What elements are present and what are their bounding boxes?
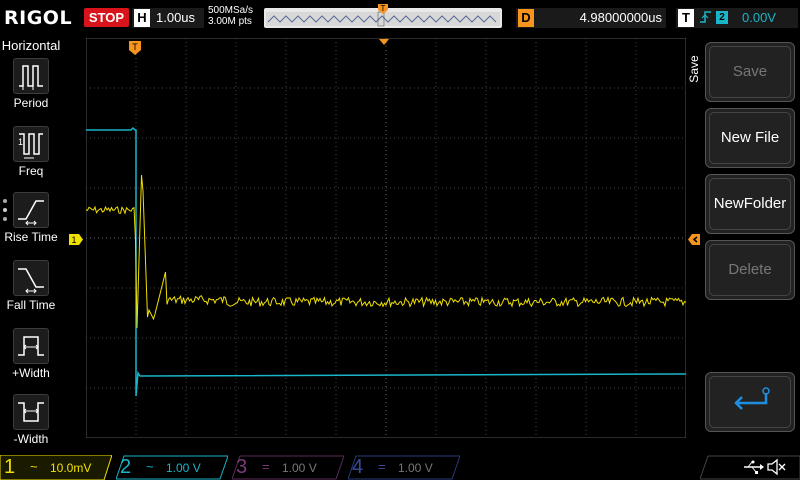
center-time-marker-icon: [379, 39, 389, 45]
channel-1-number: 1: [4, 456, 16, 478]
new-file-button[interactable]: New File: [705, 108, 795, 168]
horizontal-label: H: [134, 9, 150, 27]
rising-edge-icon: [699, 9, 713, 28]
channel-1-status[interactable]: 1 ~ 10.0mV: [0, 455, 112, 480]
trigger-label: T: [678, 9, 694, 27]
channel-4-status[interactable]: 4 = 1.00 V: [348, 455, 460, 480]
ac-coupling-icon: ~: [30, 459, 38, 474]
trigger-level-marker-icon[interactable]: [687, 233, 701, 246]
new-folder-button-label: NewFolder: [709, 178, 791, 230]
channel-1-offset-marker[interactable]: 1: [68, 233, 84, 246]
system-status-area: [700, 455, 800, 480]
trigger-marker-label: T: [132, 42, 138, 52]
trigger-position-marker[interactable]: T: [128, 40, 142, 56]
run-stop-status[interactable]: STOP: [84, 8, 129, 27]
rigol-logo: RIGOL: [4, 7, 73, 29]
measure-rise-time-item[interactable]: Rise Time: [0, 192, 62, 256]
freq-label: Freq: [18, 164, 44, 178]
period-label: Period: [13, 96, 49, 110]
sample-rate: 500MSa/s: [208, 5, 254, 16]
measure-fall-time-item[interactable]: Fall Time: [0, 260, 62, 324]
save-button-label: Save: [709, 46, 791, 98]
positive-width-label: +Width: [12, 366, 50, 380]
ac-coupling-icon: ~: [146, 459, 154, 474]
new-folder-button[interactable]: NewFolder: [705, 174, 795, 234]
fall-time-label: Fall Time: [6, 298, 56, 312]
channel-3-status[interactable]: 3 = 1.00 V: [232, 455, 344, 480]
measure-freq-item[interactable]: 1 Freq: [0, 126, 62, 190]
frequency-icon: 1: [13, 126, 49, 162]
save-button[interactable]: Save: [705, 42, 795, 102]
new-file-button-label: New File: [709, 112, 791, 164]
menu-title-save: Save: [686, 40, 702, 100]
trigger-level-value: 0.00V: [742, 10, 776, 25]
rise-time-icon: [13, 192, 49, 228]
period-icon: [13, 58, 49, 94]
fall-time-icon: [13, 260, 49, 296]
measure-period-item[interactable]: Period: [0, 58, 62, 122]
menu-title-horizontal: Horizontal: [1, 38, 61, 53]
measure-positive-width-item[interactable]: +Width: [0, 328, 62, 392]
save-menu-title: Save: [687, 55, 701, 83]
delay-value: 4.98000000us: [579, 10, 662, 25]
rise-time-label: Rise Time: [4, 230, 58, 244]
back-button[interactable]: [705, 372, 795, 432]
trigger-source-badge: 2: [716, 11, 728, 24]
channel-1-scale: 10.0mV: [50, 461, 92, 475]
delete-button-label: Delete: [709, 244, 791, 296]
memory-position-bar[interactable]: T: [264, 4, 502, 28]
delay-label: D: [518, 9, 534, 27]
trigger-box[interactable]: [676, 8, 798, 28]
trigger-position-marker-icon: T: [378, 4, 388, 14]
delete-button[interactable]: Delete: [705, 240, 795, 300]
waveform-display[interactable]: [86, 38, 686, 438]
return-arrow-icon: [709, 376, 791, 428]
svg-text:T: T: [381, 4, 386, 13]
negative-width-icon: [13, 394, 49, 430]
channel-3-scale: 1.00 V: [282, 461, 317, 475]
channel-2-status[interactable]: 2 ~ 1.00 V: [116, 455, 228, 480]
dc-coupling-icon: =: [262, 459, 270, 474]
memory-depth: 3.00M pts: [208, 16, 252, 27]
channel-2-scale: 1.00 V: [166, 461, 201, 475]
positive-width-icon: [13, 328, 49, 364]
svg-text:1: 1: [18, 137, 23, 147]
acquisition-info: 500MSa/s 3.00M pts: [208, 5, 253, 27]
channel-1-marker-label: 1: [71, 235, 76, 245]
dc-coupling-icon: =: [378, 459, 386, 474]
measure-negative-width-item[interactable]: -Width: [0, 394, 62, 458]
channel-3-number: 3: [236, 456, 248, 478]
channel-2-number: 2: [120, 456, 132, 478]
channel-4-number: 4: [352, 456, 364, 478]
negative-width-label: -Width: [13, 432, 49, 446]
timebase-value: 1.00us: [156, 10, 196, 25]
channel-4-scale: 1.00 V: [398, 461, 433, 475]
